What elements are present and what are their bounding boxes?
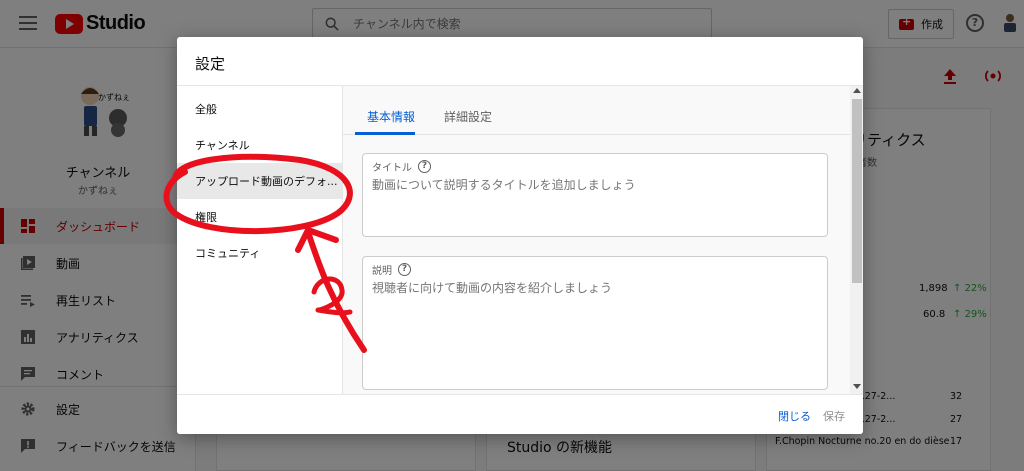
title-input[interactable]: [372, 176, 812, 190]
settings-nav: 全般 チャンネル アップロード動画のデフォ... 権限 コミュニティ: [177, 86, 342, 394]
description-field[interactable]: 説明 ?: [362, 256, 828, 390]
content-scrollbar[interactable]: [850, 86, 863, 394]
title-field-label: タイトル ?: [372, 159, 431, 174]
description-field-label: 説明 ?: [372, 262, 411, 277]
scroll-up-arrow-icon[interactable]: [853, 88, 861, 93]
settings-nav-permissions[interactable]: 権限: [177, 199, 342, 235]
tab-basic-info[interactable]: 基本情報: [367, 108, 415, 125]
settings-content: 基本情報 詳細設定 タイトル ? 説明 ?: [342, 86, 863, 394]
settings-dialog: 設定 全般 チャンネル アップロード動画のデフォ... 権限 コミュニティ 基本…: [177, 37, 863, 434]
settings-nav-community[interactable]: コミュニティ: [177, 235, 342, 271]
settings-nav-channel[interactable]: チャンネル: [177, 127, 342, 163]
scroll-down-arrow-icon[interactable]: [853, 384, 861, 389]
title-field[interactable]: タイトル ?: [362, 153, 828, 237]
dialog-footer: 閉じる 保存: [177, 394, 863, 434]
save-button[interactable]: 保存: [823, 408, 845, 424]
settings-nav-upload-defaults[interactable]: アップロード動画のデフォ...: [177, 163, 342, 199]
settings-nav-general[interactable]: 全般: [177, 91, 342, 127]
dialog-header: 設定: [177, 37, 863, 86]
help-icon[interactable]: ?: [398, 263, 411, 276]
close-button[interactable]: 閉じる: [778, 408, 811, 424]
tab-bar: 基本情報 詳細設定: [343, 86, 850, 135]
help-icon[interactable]: ?: [418, 160, 431, 173]
scrollbar-thumb[interactable]: [852, 99, 862, 283]
description-label-text: 説明: [372, 266, 392, 277]
dialog-title: 設定: [195, 55, 226, 73]
active-tab-indicator: [355, 132, 415, 135]
title-label-text: タイトル: [372, 163, 412, 174]
tab-advanced-settings[interactable]: 詳細設定: [444, 108, 492, 125]
description-input[interactable]: [372, 279, 812, 335]
